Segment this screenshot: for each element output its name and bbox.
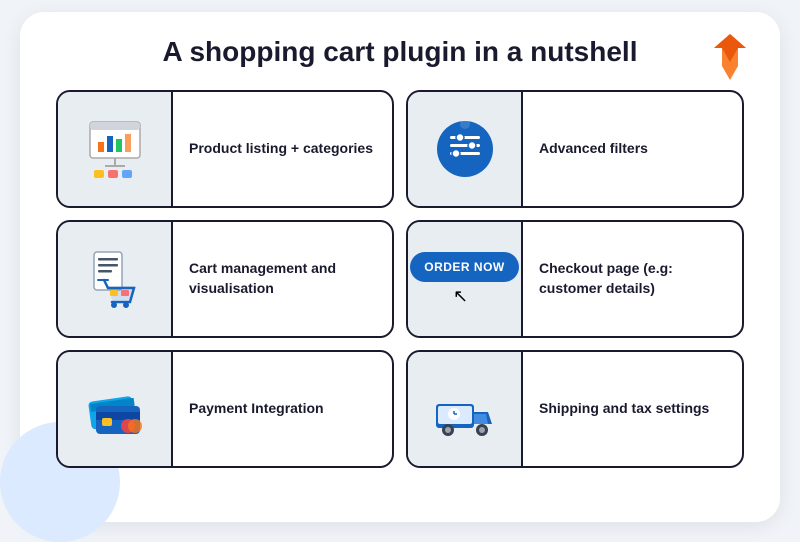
feature-card-checkout: ORDER NOW ↖ Checkout page (e.g: customer… (406, 220, 744, 338)
advanced-filters-label: Advanced filters (523, 129, 664, 169)
shipping-tax-icon (430, 374, 500, 444)
feature-card-cart-management: Cart management and visualisation (56, 220, 394, 338)
product-listing-label: Product listing + categories (173, 129, 389, 169)
shipping-tax-icon-area (408, 352, 523, 466)
payment-integration-icon-area (58, 352, 173, 466)
product-listing-icon (80, 114, 150, 184)
cart-management-icon (80, 244, 150, 314)
advanced-filters-icon (430, 114, 500, 184)
feature-card-product-listing: Product listing + categories (56, 90, 394, 208)
page-title: A shopping cart plugin in a nutshell (56, 36, 744, 68)
payment-integration-icon (80, 374, 150, 444)
product-listing-icon-area (58, 92, 173, 206)
order-now-button[interactable]: ORDER NOW (410, 252, 519, 282)
feature-card-payment-integration: Payment Integration (56, 350, 394, 468)
checkout-label: Checkout page (e.g: customer details) (523, 249, 742, 308)
shipping-tax-label: Shipping and tax settings (523, 389, 725, 429)
main-card: A shopping cart plugin in a nutshell (20, 12, 780, 522)
cursor-icon: ↖ (453, 286, 468, 307)
features-grid: Product listing + categories (56, 90, 744, 468)
advanced-filters-icon-area (408, 92, 523, 206)
cart-management-label: Cart management and visualisation (173, 249, 392, 308)
checkout-icon-area: ORDER NOW ↖ (408, 222, 523, 336)
feature-card-shipping-tax: Shipping and tax settings (406, 350, 744, 468)
cart-management-icon-area (58, 222, 173, 336)
payment-integration-label: Payment Integration (173, 389, 340, 429)
feature-card-advanced-filters: Advanced filters (406, 90, 744, 208)
